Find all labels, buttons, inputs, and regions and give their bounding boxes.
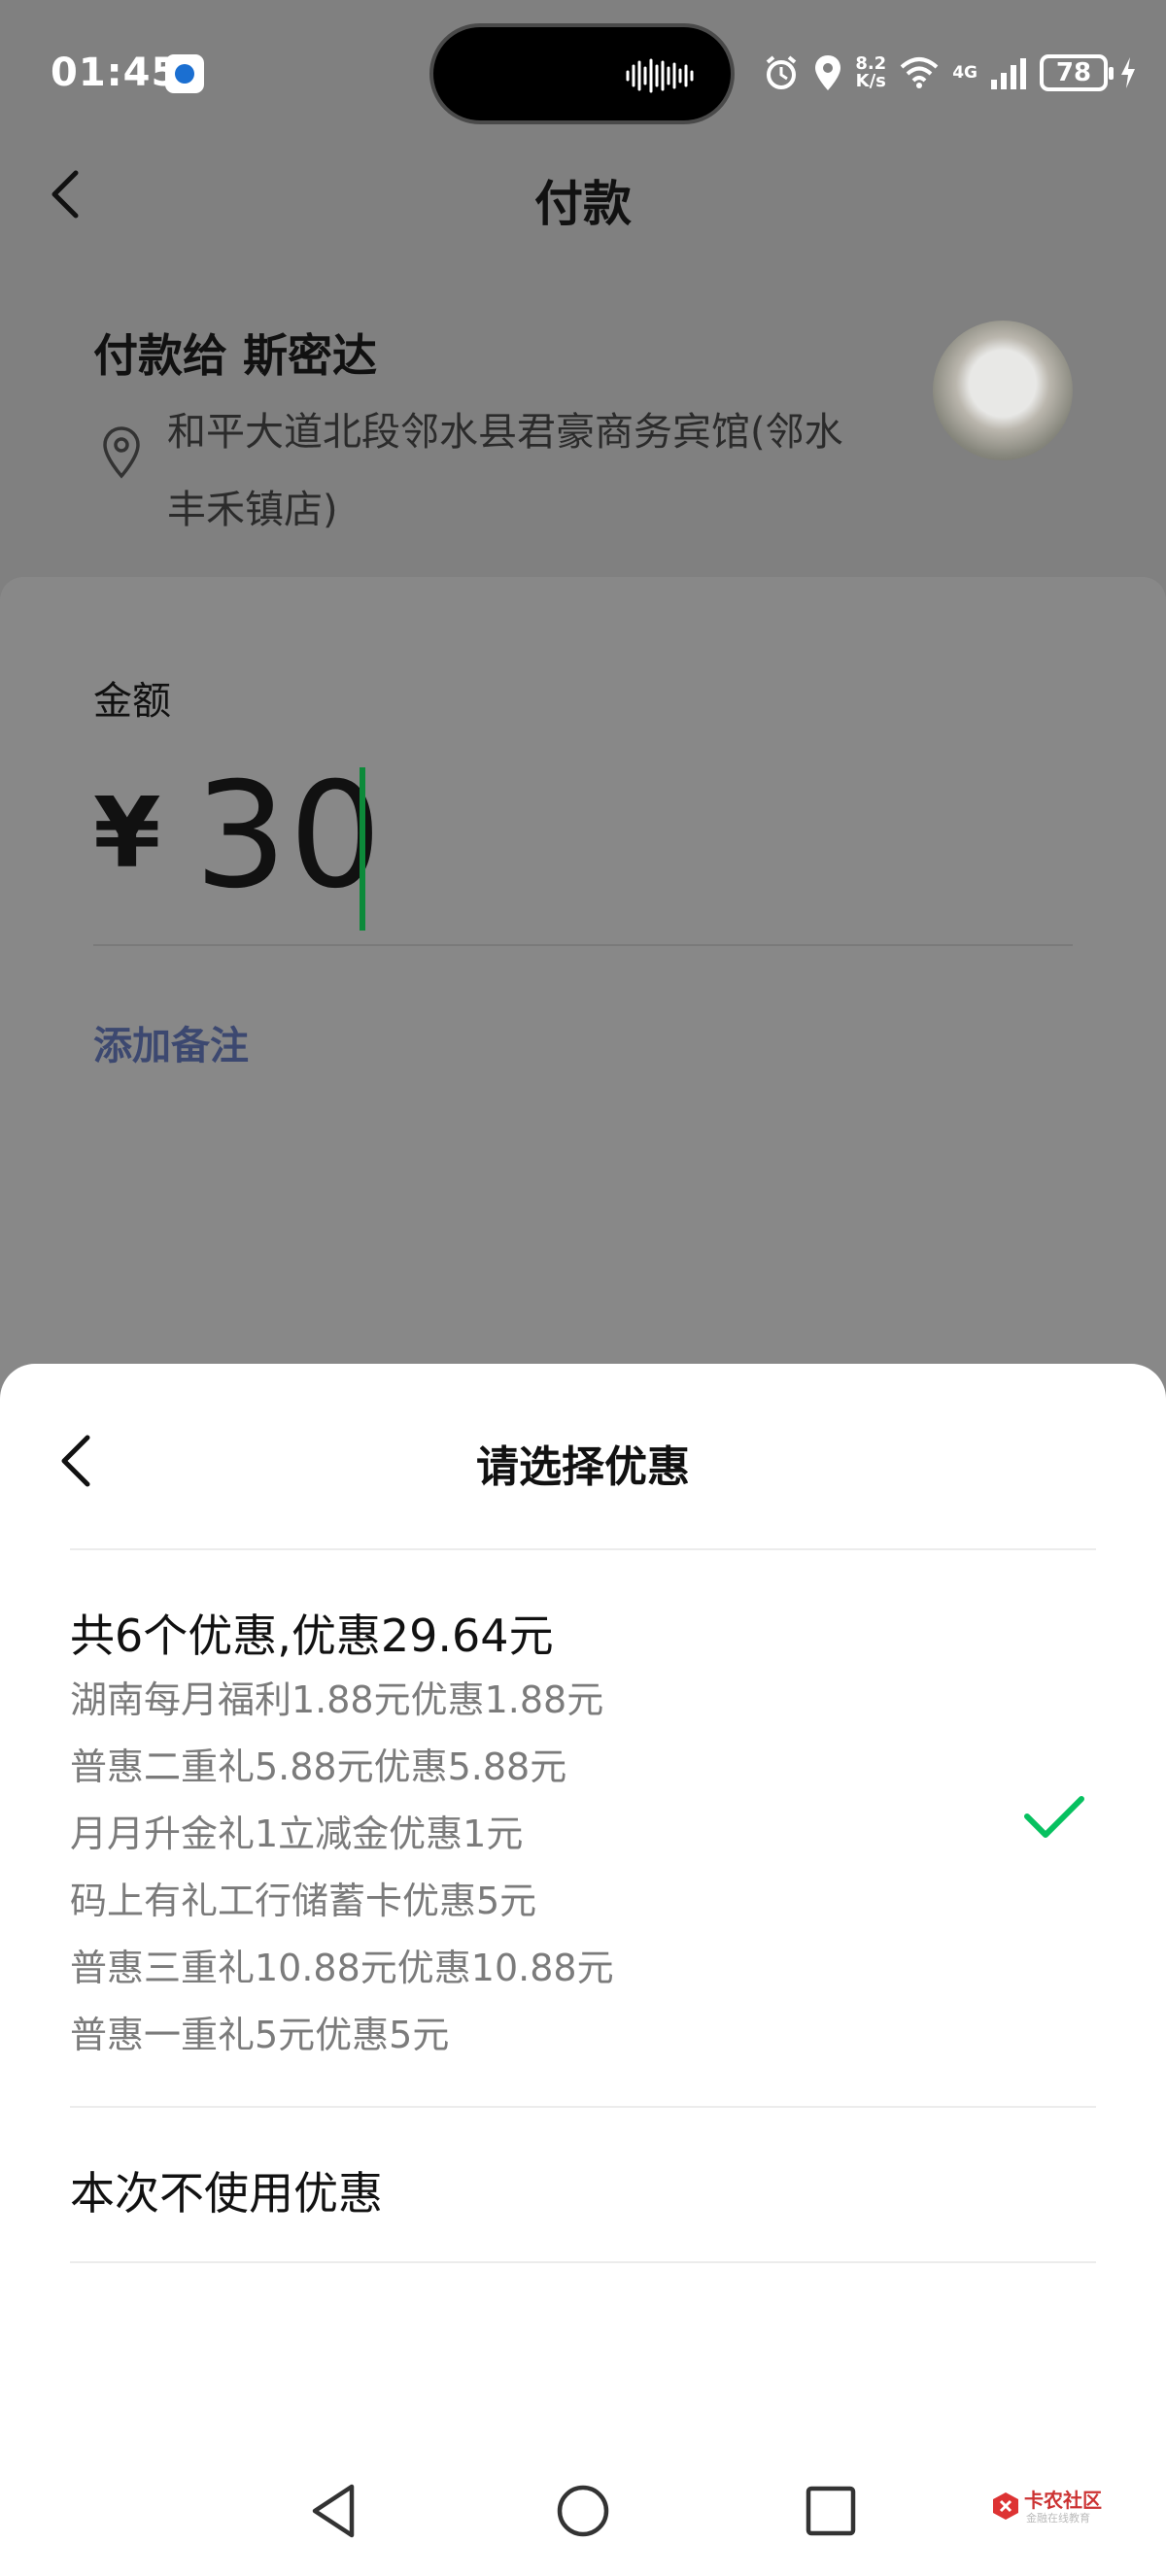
watermark-name: 卡农社区 (1024, 2489, 1102, 2512)
add-note-link[interactable]: 添加备注 (93, 1014, 249, 1070)
alarm-icon (767, 55, 797, 89)
watermark-tagline: 金融在线教育 (1026, 2512, 1090, 2525)
nav-home-icon[interactable] (549, 2477, 617, 2545)
no-coupon-label: 本次不使用优惠 (70, 2167, 383, 2220)
page-title: 付款 (534, 176, 632, 232)
audio-wave-icon (626, 58, 694, 93)
selected-check-icon (1024, 1796, 1084, 1838)
coupon-item: 码上有礼工行储蓄卡优惠5元 (70, 1880, 537, 1922)
amount-input[interactable]: 30 (194, 752, 384, 921)
coupon-item: 普惠一重礼5元优惠5元 (70, 2014, 450, 2056)
app-notification-icon (165, 54, 204, 93)
status-time: 01:45 (51, 51, 180, 95)
amount-divider (93, 944, 1073, 946)
watermark-logo-icon (993, 2492, 1018, 2520)
option-divider-bottom (70, 2261, 1096, 2263)
payee-avatar (933, 321, 1073, 460)
dynamic-island (429, 23, 735, 124)
payee-info: 付款给 斯密达 和平大道北段邻水县君豪商务宾馆(邻水丰禾镇店) (0, 291, 1166, 583)
coupon-summary: 共6个优惠,优惠29.64元 (70, 1610, 554, 1662)
wifi-icon (900, 57, 939, 88)
map-pin-icon (103, 426, 140, 479)
charging-icon (1121, 57, 1135, 88)
payee-name: 付款给 斯密达 (93, 329, 378, 382)
status-icons: 8.2 K/s 4G 78 (762, 49, 1137, 97)
network-type: 4G (952, 62, 977, 83)
battery-level: 78 (1055, 58, 1092, 87)
coupon-option-all[interactable]: 共6个优惠,优惠29.64元 湖南每月福利1.88元优惠1.88元 普惠二重礼5… (70, 1550, 1096, 2056)
text-cursor (360, 767, 365, 931)
app-bar: 付款 (0, 146, 1166, 253)
amount-label: 金额 (93, 679, 171, 724)
coupon-item: 普惠二重礼5.88元优惠5.88元 (70, 1746, 567, 1788)
network-speed-unit: K/s (855, 71, 886, 91)
option-divider (70, 2106, 1096, 2108)
battery-icon: 78 (1040, 54, 1114, 91)
coupon-option-none[interactable]: 本次不使用优惠 (70, 2110, 1096, 2265)
payee-address: 和平大道北段邻水县君豪商务宾馆(邻水丰禾镇店) (167, 410, 843, 532)
nav-recents-icon[interactable] (797, 2477, 865, 2545)
sheet-title: 请选择优惠 (476, 1442, 690, 1492)
nav-back-icon[interactable] (301, 2477, 369, 2545)
signal-icon (991, 58, 1026, 89)
amount-card: 金额 ¥ 30 添加备注 (0, 577, 1166, 1451)
coupon-sheet: 请选择优惠 共6个优惠,优惠29.64元 湖南每月福利1.88元优惠1.88元 … (0, 1364, 1166, 2576)
coupon-item: 普惠三重礼10.88元优惠10.88元 (70, 1947, 614, 1989)
system-nav-bar: 卡农社区 金融在线教育 (0, 2457, 1166, 2576)
coupon-item: 湖南每月福利1.88元优惠1.88元 (70, 1678, 604, 1721)
network-speed: 8.2 K/s (855, 55, 886, 90)
currency-symbol: ¥ (93, 776, 161, 890)
location-icon (815, 55, 841, 90)
watermark: 卡农社区 金融在线教育 (991, 2485, 1137, 2533)
coupon-item: 月月升金礼1立减金优惠1元 (70, 1813, 524, 1855)
status-bar: 01:45 8.2 K/s 4G 78 (0, 0, 1166, 146)
coupon-list: 湖南每月福利1.88元优惠1.88元 普惠二重礼5.88元优惠5.88元 月月升… (70, 1667, 614, 2069)
